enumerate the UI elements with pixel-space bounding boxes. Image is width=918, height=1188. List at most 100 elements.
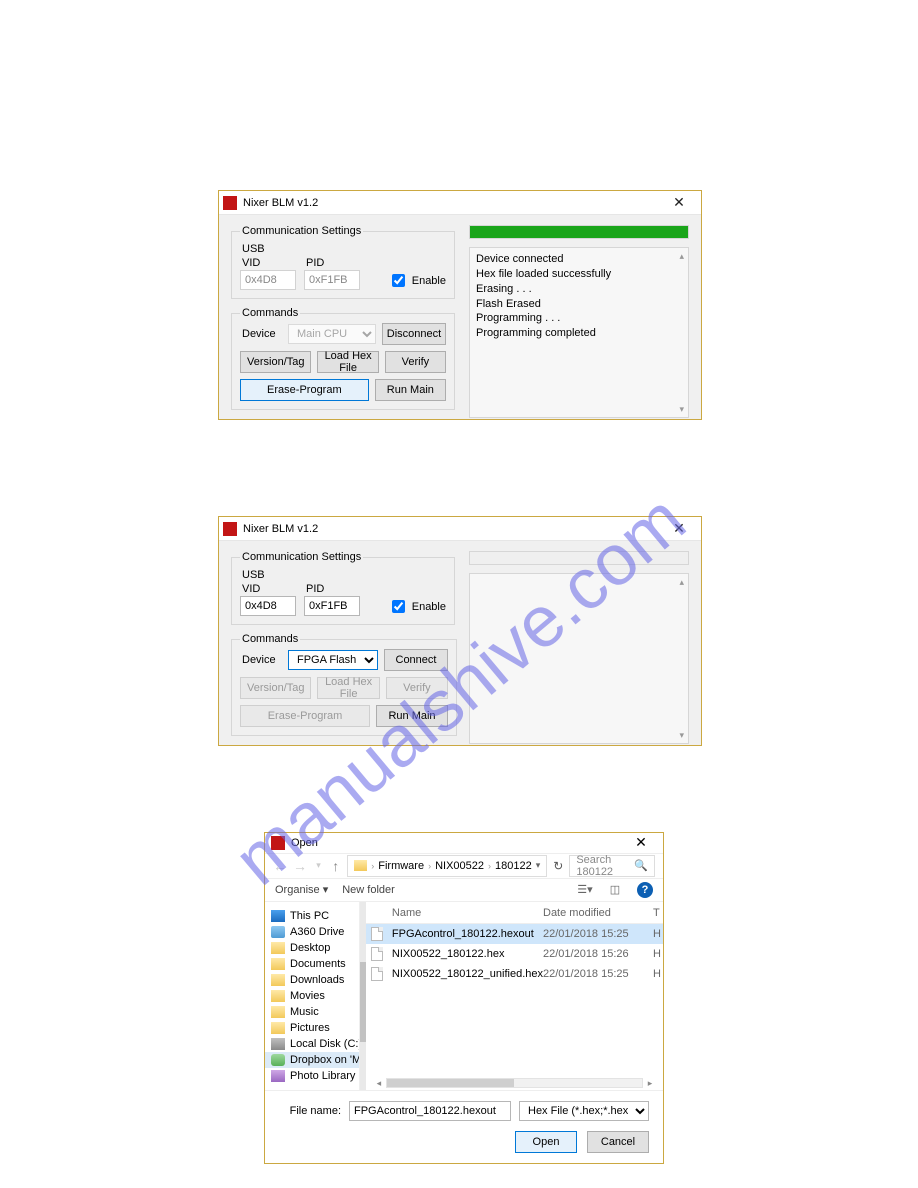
close-icon[interactable]: ✕ xyxy=(625,834,657,851)
device-select[interactable]: FPGA Flash xyxy=(288,650,378,670)
nav-forward-icon[interactable]: → xyxy=(293,858,307,874)
connect-button[interactable]: Connect xyxy=(384,649,448,671)
log-line: Hex file loaded successfully xyxy=(476,267,682,282)
view-options-icon[interactable]: ☰▾ xyxy=(577,883,593,896)
help-icon[interactable]: ? xyxy=(637,882,653,898)
preview-pane-icon[interactable]: ◫ xyxy=(607,883,623,896)
nav-up-icon[interactable]: ↑ xyxy=(330,858,341,874)
tree-item[interactable]: This PC xyxy=(265,908,359,924)
tree-item[interactable]: Movies xyxy=(265,988,359,1004)
horizontal-scrollbar[interactable]: ◂ ▸ xyxy=(372,1076,657,1090)
tree-item[interactable]: Music xyxy=(265,1004,359,1020)
nav-tree[interactable]: This PC A360 Drive Desktop DocumentsDownloa… xyxy=(265,902,360,1090)
nav-recent-icon[interactable]: ▾ xyxy=(313,860,324,871)
search-input[interactable]: Search 180122 🔍 xyxy=(569,855,655,877)
tree-item[interactable]: A360 Drive xyxy=(265,924,359,940)
file-date: 22/01/2018 15:25 xyxy=(543,928,653,940)
log-line: Erasing . . . xyxy=(476,282,682,297)
file-name: NIX00522_180122_unified.hex xyxy=(388,968,543,980)
cancel-button[interactable]: Cancel xyxy=(587,1131,649,1153)
pid-field[interactable] xyxy=(304,596,360,616)
file-type: H xyxy=(653,928,663,940)
dialog-toolbar: Organise ▾ New folder ☰▾ ◫ ? xyxy=(265,878,663,901)
fld-icon xyxy=(271,1006,285,1018)
breadcrumb-item[interactable]: 180122 xyxy=(495,860,532,872)
file-row[interactable]: FPGAcontrol_180122.hexout22/01/2018 15:2… xyxy=(366,924,663,944)
tree-item-label: Music xyxy=(290,1006,319,1018)
device-select: Main CPU xyxy=(288,324,376,344)
tree-item[interactable]: Desktop xyxy=(265,940,359,956)
refresh-icon[interactable]: ↻ xyxy=(553,859,563,873)
scroll-right-icon[interactable]: ▸ xyxy=(643,1078,657,1089)
close-icon[interactable]: ✕ xyxy=(661,194,697,211)
chevron-down-icon[interactable]: ▾ xyxy=(536,860,541,871)
file-row[interactable]: NIX00522_180122.hex22/01/2018 15:26H xyxy=(366,944,663,964)
log-output: ▴ Device connectedHex file loaded succes… xyxy=(469,247,689,418)
file-icon xyxy=(371,947,383,961)
fld-icon xyxy=(271,958,285,970)
log-line: Flash Erased xyxy=(476,297,682,312)
enable-label: Enable xyxy=(412,601,446,613)
log-output: ▴ ▾ xyxy=(469,573,689,744)
log-line: Device connected xyxy=(476,252,682,267)
load-hex-button[interactable]: Load Hex File xyxy=(317,351,378,373)
search-icon: 🔍 xyxy=(634,859,648,872)
version-tag-button: Version/Tag xyxy=(240,677,311,699)
dialog-title: Open xyxy=(291,837,625,849)
file-row[interactable]: NIX00522_180122_unified.hex22/01/2018 15… xyxy=(366,964,663,984)
file-name-field[interactable] xyxy=(349,1101,511,1121)
vid-field xyxy=(240,270,296,290)
chevron-right-icon: › xyxy=(371,861,374,871)
file-name: NIX00522_180122.hex xyxy=(388,948,543,960)
pc-icon xyxy=(271,910,285,922)
verify-button[interactable]: Verify xyxy=(385,351,446,373)
col-name[interactable]: Name xyxy=(388,907,543,919)
enable-checkbox[interactable]: Enable xyxy=(388,597,446,616)
tree-item[interactable]: Documents xyxy=(265,956,359,972)
tree-item[interactable]: Photo Library on xyxy=(265,1068,359,1084)
tree-item-label: This PC xyxy=(290,910,329,922)
window-title: Nixer BLM v1.2 xyxy=(243,523,661,535)
tree-item-label: Desktop xyxy=(290,942,330,954)
pid-label: PID xyxy=(306,583,360,595)
app-icon xyxy=(223,522,237,536)
tree-item[interactable]: Downloads xyxy=(265,972,359,988)
device-label: Device xyxy=(242,654,282,666)
file-type: H xyxy=(653,948,663,960)
new-folder-button[interactable]: New folder xyxy=(342,884,395,896)
tree-item[interactable]: Pictures xyxy=(265,1020,359,1036)
pid-field xyxy=(304,270,360,290)
comm-settings-group: Communication Settings USB VID PID Enabl… xyxy=(231,551,455,625)
enable-checkbox-input[interactable] xyxy=(392,600,405,613)
run-main-button[interactable]: Run Main xyxy=(375,379,446,401)
nav-back-icon[interactable]: ← xyxy=(273,858,287,874)
vid-field[interactable] xyxy=(240,596,296,616)
version-tag-button[interactable]: Version/Tag xyxy=(240,351,311,373)
file-date: 22/01/2018 15:26 xyxy=(543,948,653,960)
file-type: H xyxy=(653,968,663,980)
breadcrumb-item[interactable]: Firmware xyxy=(378,860,424,872)
enable-checkbox[interactable]: Enable xyxy=(388,271,446,290)
run-main-button[interactable]: Run Main xyxy=(376,705,448,727)
log-line: Programming . . . xyxy=(476,311,682,326)
tree-item[interactable]: Dropbox on 'Ma xyxy=(265,1052,359,1068)
disconnect-button[interactable]: Disconnect xyxy=(382,323,446,345)
organise-menu[interactable]: Organise ▾ xyxy=(275,883,328,896)
enable-checkbox-input[interactable] xyxy=(392,274,405,287)
log-scroll-up-icon: ▴ xyxy=(679,250,684,262)
vid-label: VID xyxy=(242,583,296,595)
erase-program-button[interactable]: Erase-Program xyxy=(240,379,369,401)
list-header[interactable]: Name Date modified T xyxy=(366,902,663,924)
tree-item[interactable]: Local Disk (C:) xyxy=(265,1036,359,1052)
breadcrumb-item[interactable]: NIX00522 xyxy=(435,860,484,872)
commands-group: Commands Device Main CPU Disconnect Vers… xyxy=(231,307,455,410)
file-type-select[interactable]: Hex File (*.hex;*.hexout) xyxy=(519,1101,649,1121)
dialog-titlebar: Open ✕ xyxy=(265,833,663,853)
disk-icon xyxy=(271,1038,285,1050)
close-icon[interactable]: ✕ xyxy=(661,520,697,537)
col-type[interactable]: T xyxy=(653,907,663,919)
breadcrumb[interactable]: › Firmware › NIX00522 › 180122 ▾ xyxy=(347,855,547,877)
col-date[interactable]: Date modified xyxy=(543,907,653,919)
open-button[interactable]: Open xyxy=(515,1131,577,1153)
scroll-left-icon[interactable]: ◂ xyxy=(372,1078,386,1089)
